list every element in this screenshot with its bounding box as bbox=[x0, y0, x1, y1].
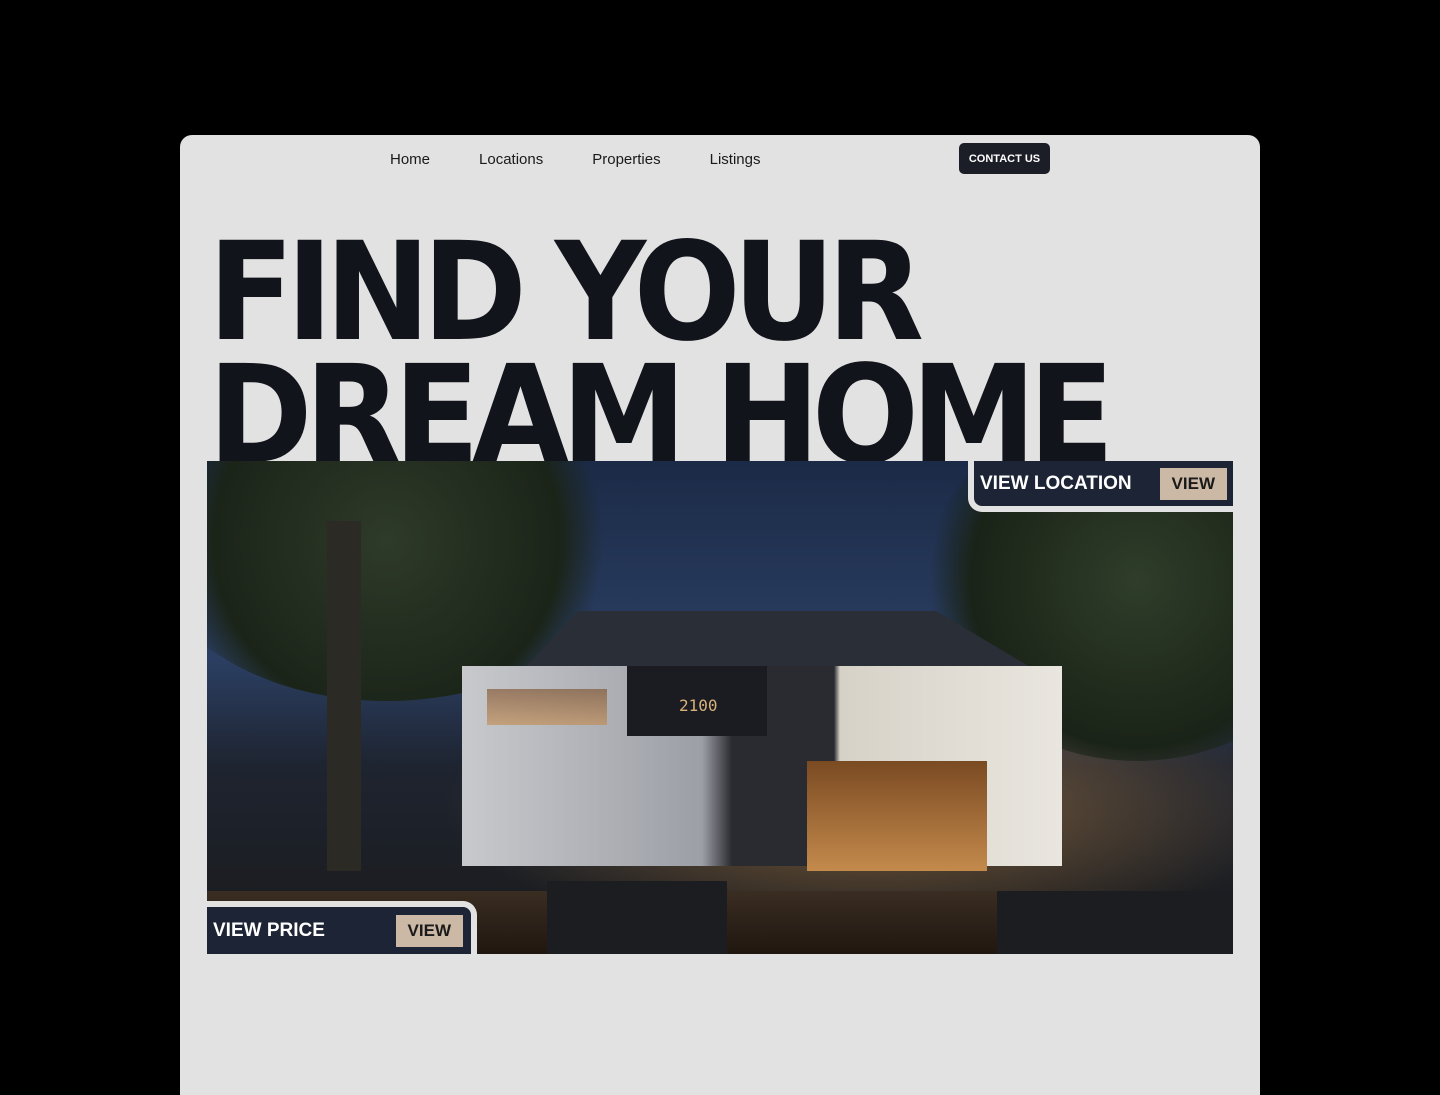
view-location-button[interactable]: VIEW bbox=[1159, 467, 1227, 500]
window-glow-2 bbox=[487, 689, 607, 725]
nav-listings[interactable]: Listings bbox=[710, 151, 761, 169]
nav-home[interactable]: Home bbox=[390, 151, 430, 169]
view-price-button[interactable]: VIEW bbox=[395, 914, 463, 947]
landing-page: Home Locations Properties Listings CONTA… bbox=[180, 135, 1260, 1095]
headline-line-2: DREAM HOME bbox=[208, 335, 1114, 495]
contact-us-button[interactable]: CONTACT US bbox=[959, 143, 1050, 174]
view-price-tag: VIEW PRICE VIEW bbox=[207, 901, 477, 954]
planter-right bbox=[997, 891, 1233, 954]
view-location-tag: VIEW LOCATION VIEW bbox=[968, 461, 1233, 512]
hero-headline: FIND YOUR DREAM HOME bbox=[208, 224, 1114, 495]
nav-locations[interactable]: Locations bbox=[479, 151, 543, 169]
planter-left bbox=[547, 881, 727, 954]
building-sign-text: 2100 bbox=[679, 696, 718, 715]
nav-properties[interactable]: Properties bbox=[592, 151, 660, 169]
view-location-label: VIEW LOCATION bbox=[980, 472, 1132, 494]
window-glow bbox=[807, 761, 987, 871]
main-nav: Home Locations Properties Listings bbox=[390, 151, 809, 169]
tree-trunk bbox=[327, 521, 361, 871]
hero-image: 2100 bbox=[207, 461, 1233, 954]
view-price-label: VIEW PRICE bbox=[213, 919, 325, 941]
